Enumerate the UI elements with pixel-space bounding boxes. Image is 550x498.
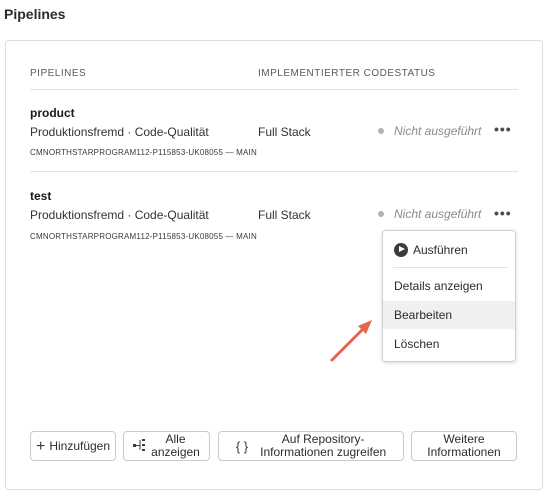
column-header-code-status: IMPLEMENTIERTER CODESTATUS bbox=[258, 68, 436, 79]
page-title: Pipelines bbox=[4, 6, 66, 22]
menu-item-label: Ausführen bbox=[413, 243, 468, 257]
play-icon bbox=[394, 242, 408, 257]
status-text: Nicht ausgeführt bbox=[394, 124, 482, 138]
header-divider bbox=[30, 89, 518, 90]
button-label-line: Informationen bbox=[427, 445, 501, 459]
status-dot-icon bbox=[378, 210, 384, 217]
pipeline-stack: Full Stack bbox=[258, 125, 311, 139]
button-label: Alle anzeigen bbox=[151, 433, 200, 459]
plus-icon: + bbox=[35, 437, 46, 455]
status-text: Nicht ausgeführt bbox=[394, 207, 482, 221]
pipeline-name[interactable]: product bbox=[30, 106, 75, 120]
button-label: Auf Repository- Informationen zugreifen bbox=[260, 433, 386, 459]
more-info-button[interactable]: Weitere Informationen bbox=[411, 431, 517, 461]
button-label-line: anzeigen bbox=[151, 445, 200, 459]
pipeline-type: Produktionsfremd · Code-Qualität bbox=[30, 208, 209, 222]
add-pipeline-button[interactable]: + Hinzufügen bbox=[30, 431, 116, 461]
menu-item-run[interactable]: Ausführen bbox=[383, 236, 515, 264]
pipeline-stack: Full Stack bbox=[258, 208, 311, 222]
braces-icon: { } bbox=[235, 438, 249, 454]
repository-info-button[interactable]: { } Auf Repository- Informationen zugrei… bbox=[218, 431, 404, 461]
menu-item-delete[interactable]: Löschen bbox=[383, 330, 515, 358]
menu-item-edit[interactable]: Bearbeiten bbox=[383, 301, 515, 329]
show-all-button[interactable]: Alle anzeigen bbox=[123, 431, 210, 461]
status-dot-icon bbox=[378, 127, 384, 134]
menu-item-details[interactable]: Details anzeigen bbox=[383, 272, 515, 300]
pipeline-name[interactable]: test bbox=[30, 189, 51, 203]
pipeline-tree-icon bbox=[133, 439, 147, 453]
menu-divider bbox=[393, 267, 507, 268]
pipeline-repo-branch: CMNORTHSTARPROGRAM112-P115853-UK08055 — … bbox=[30, 148, 257, 157]
pipeline-repo-branch: CMNORTHSTARPROGRAM112-P115853-UK08055 — … bbox=[30, 232, 257, 241]
row-divider bbox=[30, 171, 518, 172]
pipeline-status: Nicht ausgeführt bbox=[378, 124, 481, 138]
button-label-line: Informationen zugreifen bbox=[260, 445, 387, 459]
actions-menu: Ausführen Details anzeigen Bearbeiten Lö… bbox=[382, 230, 516, 362]
more-actions-button[interactable]: ••• bbox=[494, 121, 512, 137]
pipeline-type: Produktionsfremd · Code-Qualität bbox=[30, 125, 209, 139]
button-label: Hinzufügen bbox=[49, 438, 111, 453]
pipeline-status: Nicht ausgeführt bbox=[378, 207, 481, 221]
column-header-pipelines: PIPELINES bbox=[30, 68, 87, 79]
more-actions-button[interactable]: ••• bbox=[494, 205, 512, 221]
button-label: Weitere Informationen bbox=[427, 433, 500, 459]
annotation-arrow-icon bbox=[330, 320, 372, 362]
